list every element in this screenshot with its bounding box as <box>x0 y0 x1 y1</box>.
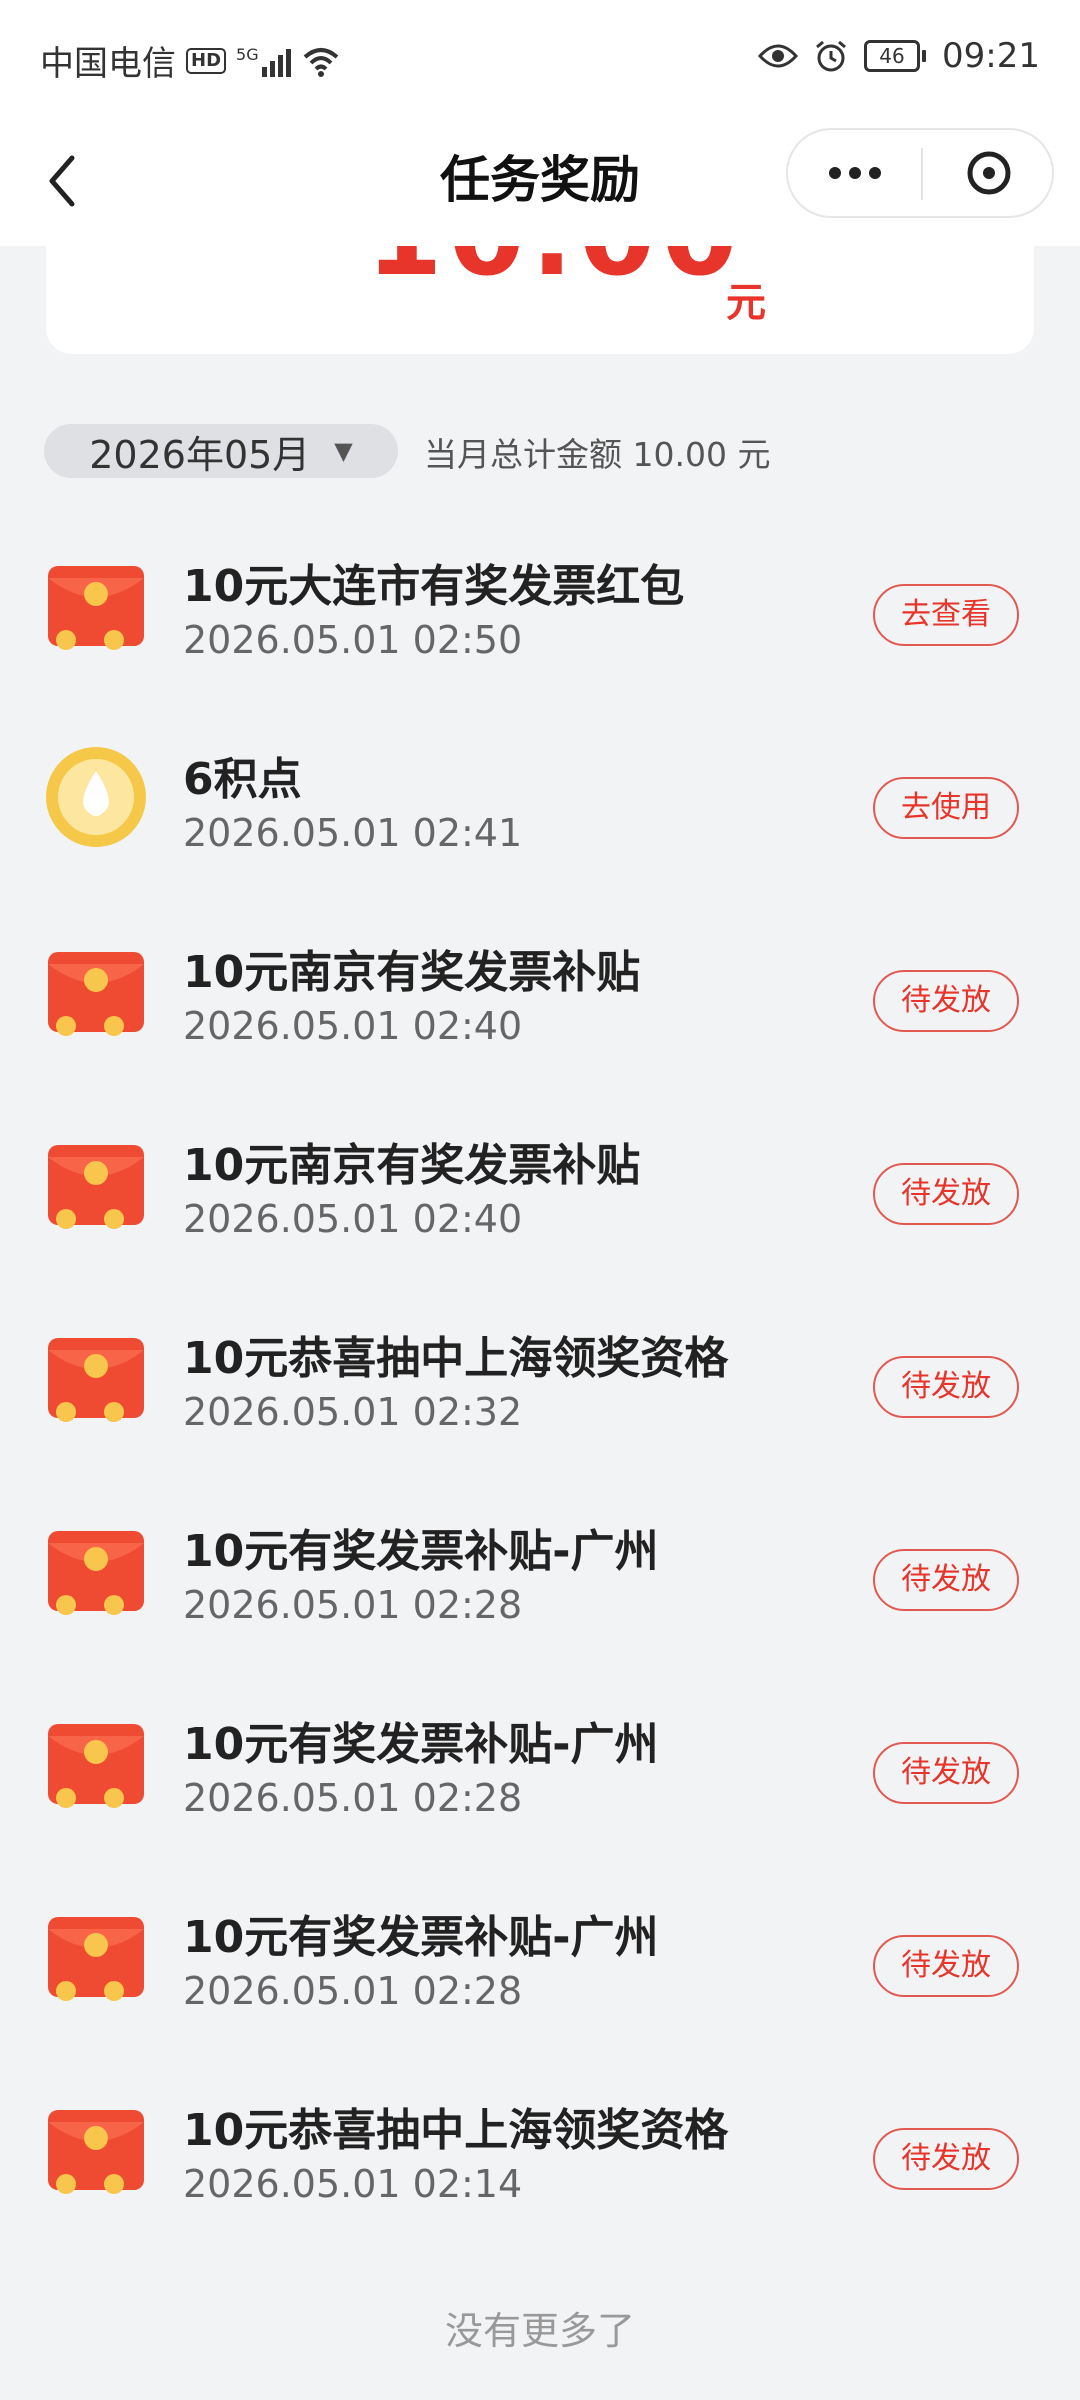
reward-time: 2026.05.01 02:50 <box>183 618 523 662</box>
reward-title: 10元恭喜抽中上海领奖资格 <box>183 2105 729 2156</box>
network-type: 5G <box>236 44 259 64</box>
reward-title: 10元南京有奖发票补贴 <box>183 947 641 998</box>
pending-button[interactable]: 待发放 <box>873 1742 1019 1804</box>
more-dots-icon <box>829 167 881 179</box>
summary-unit: 元 <box>726 280 766 326</box>
alarm-icon <box>816 40 846 72</box>
reward-title: 10元有奖发票补贴-广州 <box>183 1912 659 1963</box>
close-button[interactable] <box>924 130 1054 216</box>
list-item: 10元南京有奖发票补贴 2026.05.01 02:40 待发放 <box>0 1099 1080 1292</box>
reward-time: 2026.05.01 02:41 <box>183 811 523 855</box>
nav-bar: 任务奖励 <box>0 118 1080 246</box>
pending-button[interactable]: 待发放 <box>873 1549 1019 1611</box>
pending-button[interactable]: 待发放 <box>873 1163 1019 1225</box>
reward-title: 10元有奖发票补贴-广州 <box>183 1526 659 1577</box>
reward-title: 10元南京有奖发票补贴 <box>183 1140 641 1191</box>
pending-button[interactable]: 待发放 <box>873 970 1019 1032</box>
reward-list: 10元大连市有奖发票红包 2026.05.01 02:50 去查看 6积点 20… <box>0 520 1080 2257</box>
clock: 09:21 <box>942 36 1040 76</box>
reward-time: 2026.05.01 02:28 <box>183 1969 523 2013</box>
close-circle-icon <box>967 151 1011 195</box>
red-envelope-icon <box>48 1724 144 1808</box>
month-label: 2026年05月 <box>89 432 311 477</box>
wifi-icon <box>303 47 338 77</box>
red-envelope-icon <box>48 1917 144 2001</box>
red-envelope-icon <box>48 1531 144 1615</box>
red-envelope-icon <box>48 566 144 650</box>
list-item: 10元南京有奖发票补贴 2026.05.01 02:40 待发放 <box>0 906 1080 1099</box>
red-envelope-icon <box>48 1338 144 1422</box>
reward-title: 10元大连市有奖发票红包 <box>183 561 685 612</box>
reward-time: 2026.05.01 02:40 <box>183 1197 523 1241</box>
view-button[interactable]: 去查看 <box>873 584 1019 646</box>
reward-time: 2026.05.01 02:28 <box>183 1776 523 1820</box>
list-item: 10元大连市有奖发票红包 2026.05.01 02:50 去查看 <box>0 520 1080 713</box>
reward-time: 2026.05.01 02:14 <box>183 2162 523 2206</box>
reward-time: 2026.05.01 02:32 <box>183 1390 523 1434</box>
battery-icon: 46 <box>864 40 927 72</box>
more-button[interactable] <box>788 130 922 216</box>
list-item: 10元有奖发票补贴-广州 2026.05.01 02:28 待发放 <box>0 1678 1080 1871</box>
red-envelope-icon <box>48 1145 144 1229</box>
capsule-divider <box>921 148 923 200</box>
status-right: 46 09:21 <box>758 36 1040 76</box>
signal-icon: 5G <box>236 45 291 77</box>
red-envelope-icon <box>48 952 144 1036</box>
list-item: 10元有奖发票补贴-广州 2026.05.01 02:28 待发放 <box>0 1485 1080 1678</box>
month-total: 当月总计金额 10.00 元 <box>424 435 771 474</box>
hd-badge: HD <box>186 47 227 74</box>
no-more-text: 没有更多了 <box>444 2309 635 2353</box>
list-item: 10元恭喜抽中上海领奖资格 2026.05.01 02:14 待发放 <box>0 2064 1080 2257</box>
list-item: 6积点 2026.05.01 02:41 去使用 <box>0 713 1080 906</box>
reward-title: 10元恭喜抽中上海领奖资格 <box>183 1333 729 1384</box>
points-coin-icon <box>46 747 146 847</box>
battery-level: 46 <box>864 40 921 72</box>
red-envelope-icon <box>48 2110 144 2194</box>
pending-button[interactable]: 待发放 <box>873 1356 1019 1418</box>
list-item: 10元有奖发票补贴-广州 2026.05.01 02:28 待发放 <box>0 1871 1080 2064</box>
status-bar: 中国电信 HD 5G 46 09:21 <box>0 0 1080 118</box>
reward-title: 10元有奖发票补贴-广州 <box>183 1719 659 1770</box>
carrier-name: 中国电信 <box>40 44 176 84</box>
reward-time: 2026.05.01 02:28 <box>183 1583 523 1627</box>
status-left: 中国电信 HD 5G <box>40 36 341 85</box>
list-item: 10元恭喜抽中上海领奖资格 2026.05.01 02:32 待发放 <box>0 1292 1080 1485</box>
pending-button[interactable]: 待发放 <box>873 2128 1019 2190</box>
pending-button[interactable]: 待发放 <box>873 1935 1019 1997</box>
reward-time: 2026.05.01 02:40 <box>183 1004 523 1048</box>
eye-icon <box>758 44 799 68</box>
reward-title: 6积点 <box>183 754 302 805</box>
use-button[interactable]: 去使用 <box>873 777 1019 839</box>
mini-program-capsule <box>786 128 1054 218</box>
caret-down-icon: ▼ <box>334 437 353 465</box>
month-selector[interactable]: 2026年05月 ▼ <box>44 424 398 478</box>
